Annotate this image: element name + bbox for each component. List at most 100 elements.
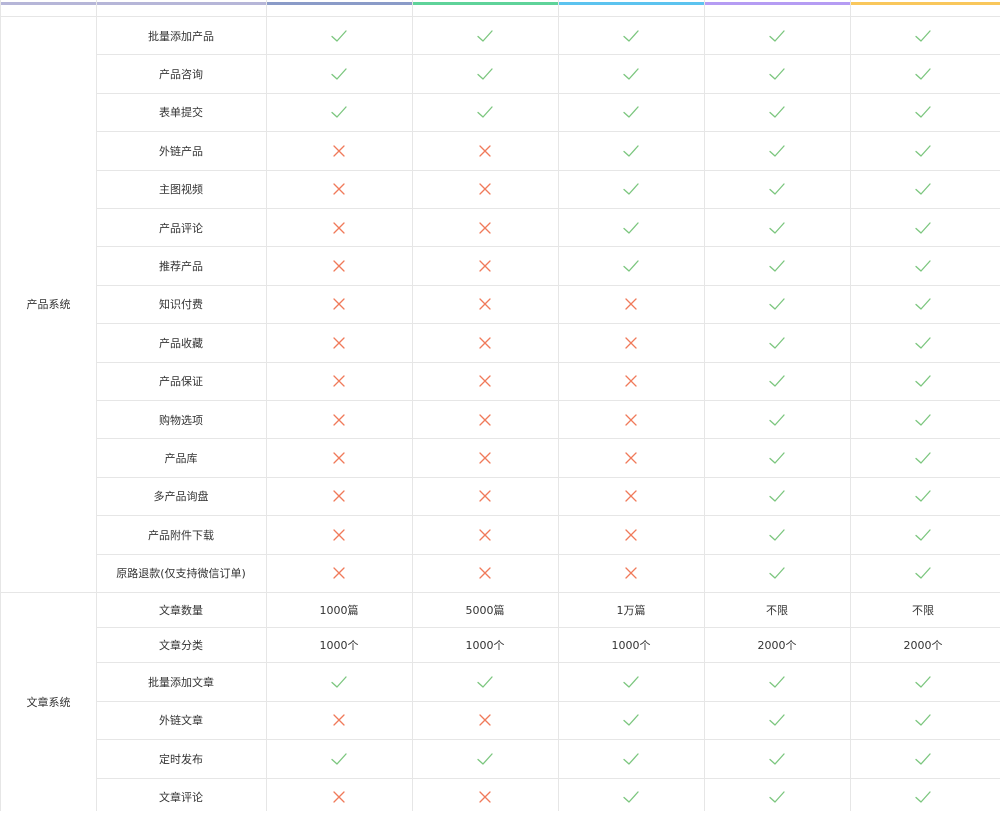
table-row: 推荐产品: [96, 246, 1000, 284]
value-cell: 1000个: [412, 628, 558, 662]
feature-label: 知识付费: [96, 286, 266, 323]
table-row: 批量添加文章: [96, 662, 1000, 701]
check-icon: [914, 564, 932, 582]
cross-icon: [476, 219, 494, 237]
supported-cell: [850, 779, 996, 816]
check-icon: [914, 449, 932, 467]
check-icon: [768, 27, 786, 45]
unsupported-cell: [558, 439, 704, 476]
unsupported-cell: [412, 171, 558, 208]
supported-cell: [266, 740, 412, 778]
cross-icon: [330, 142, 348, 160]
unsupported-cell: [412, 555, 558, 592]
check-icon: [914, 673, 932, 691]
supported-cell: [558, 17, 704, 54]
unsupported-cell: [266, 171, 412, 208]
check-icon: [914, 411, 932, 429]
check-icon: [914, 487, 932, 505]
supported-cell: [412, 94, 558, 131]
table-row: 原路退款(仅支持微信订单): [96, 554, 1000, 592]
supported-cell: [704, 17, 850, 54]
feature-label: 文章数量: [96, 593, 266, 627]
unsupported-cell: [266, 324, 412, 361]
check-icon: [914, 788, 932, 806]
cross-icon: [330, 334, 348, 352]
check-icon: [914, 526, 932, 544]
supported-cell: [704, 779, 850, 816]
value-cell: 不限: [850, 593, 996, 627]
check-icon: [622, 142, 640, 160]
supported-cell: [850, 324, 996, 361]
cross-icon: [622, 487, 640, 505]
cross-icon: [622, 334, 640, 352]
cross-icon: [476, 411, 494, 429]
supported-cell: [558, 209, 704, 246]
cross-icon: [622, 449, 640, 467]
supported-cell: [266, 55, 412, 92]
plan-color-stripe: [266, 2, 412, 5]
check-icon: [768, 788, 786, 806]
cross-icon: [330, 711, 348, 729]
feature-label: 文章评论: [96, 779, 266, 816]
unsupported-cell: [558, 286, 704, 323]
supported-cell: [850, 555, 996, 592]
check-icon: [914, 295, 932, 313]
check-icon: [768, 564, 786, 582]
supported-cell: [704, 663, 850, 701]
check-icon: [914, 142, 932, 160]
supported-cell: [704, 94, 850, 131]
check-icon: [622, 27, 640, 45]
check-icon: [914, 27, 932, 45]
supported-cell: [850, 171, 996, 208]
check-icon: [476, 103, 494, 121]
table-row: 外链产品: [96, 131, 1000, 169]
cross-icon: [330, 257, 348, 275]
check-icon: [622, 65, 640, 83]
table-row: 购物选项: [96, 400, 1000, 438]
supported-cell: [704, 363, 850, 400]
cross-icon: [330, 180, 348, 198]
cross-icon: [476, 711, 494, 729]
supported-cell: [850, 132, 996, 169]
supported-cell: [558, 171, 704, 208]
check-icon: [622, 103, 640, 121]
unsupported-cell: [266, 555, 412, 592]
feature-label: 批量添加文章: [96, 663, 266, 701]
unsupported-cell: [266, 247, 412, 284]
check-icon: [914, 750, 932, 768]
supported-cell: [704, 286, 850, 323]
supported-cell: [850, 286, 996, 323]
check-icon: [914, 180, 932, 198]
supported-cell: [412, 663, 558, 701]
unsupported-cell: [412, 132, 558, 169]
feature-label: 购物选项: [96, 401, 266, 438]
check-icon: [768, 65, 786, 83]
check-icon: [768, 295, 786, 313]
supported-cell: [704, 555, 850, 592]
value-cell: 1000个: [266, 628, 412, 662]
feature-label: 多产品询盘: [96, 478, 266, 515]
table-row: 产品评论: [96, 208, 1000, 246]
table-row: 多产品询盘: [96, 477, 1000, 515]
table-row: 知识付费: [96, 285, 1000, 323]
unsupported-cell: [412, 779, 558, 816]
plan-color-stripe: [412, 2, 558, 5]
cross-icon: [330, 295, 348, 313]
table-row: 批量添加产品: [96, 16, 1000, 54]
unsupported-cell: [266, 286, 412, 323]
supported-cell: [850, 702, 996, 740]
unsupported-cell: [266, 209, 412, 246]
cross-icon: [330, 219, 348, 237]
supported-cell: [850, 401, 996, 438]
cross-icon: [476, 564, 494, 582]
unsupported-cell: [266, 401, 412, 438]
table-row: 产品库: [96, 438, 1000, 476]
check-icon: [622, 750, 640, 768]
unsupported-cell: [412, 247, 558, 284]
unsupported-cell: [266, 132, 412, 169]
unsupported-cell: [412, 209, 558, 246]
unsupported-cell: [266, 363, 412, 400]
check-icon: [768, 180, 786, 198]
supported-cell: [850, 94, 996, 131]
cross-icon: [476, 487, 494, 505]
